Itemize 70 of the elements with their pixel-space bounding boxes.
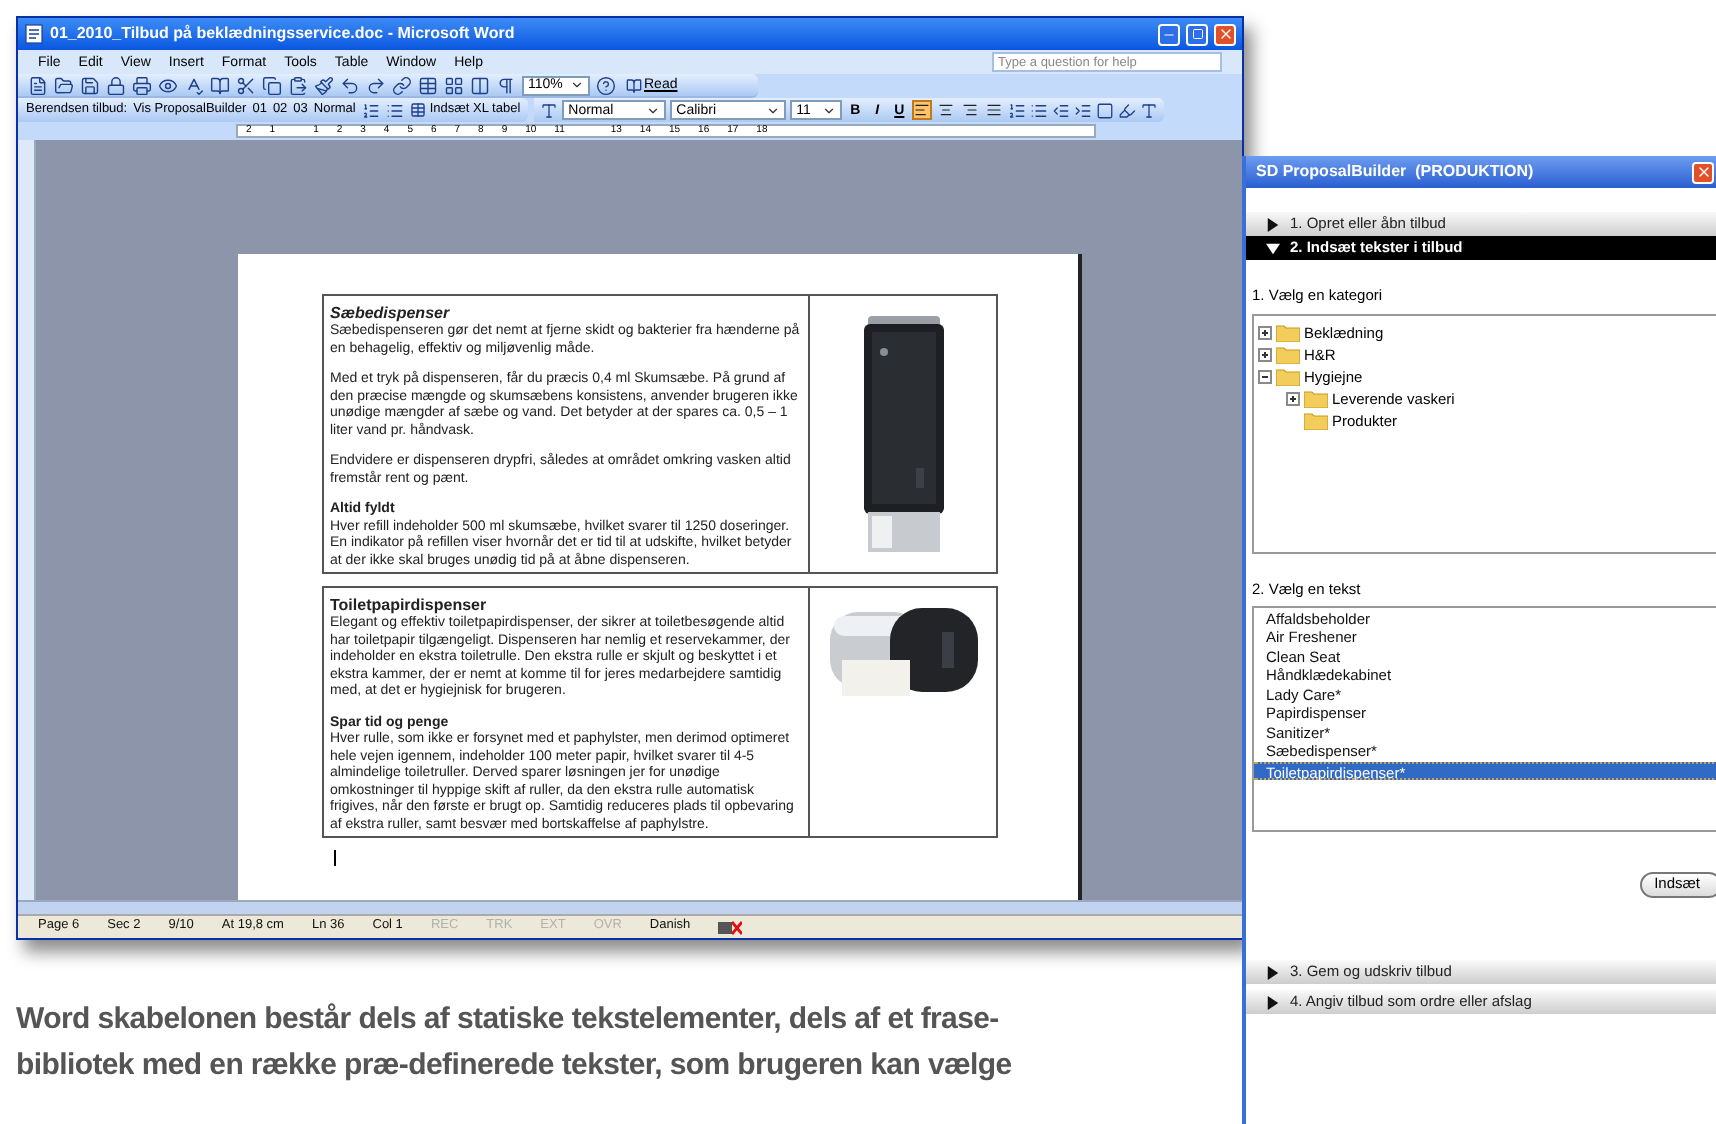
table-icon [409,102,426,118]
document-icon [24,24,44,44]
help-icon[interactable] [596,75,616,95]
close-icon [1695,164,1711,180]
cut-icon[interactable] [236,75,256,95]
folder-icon [1304,412,1328,431]
preview-icon[interactable] [158,75,178,95]
collapse-icon[interactable] [1258,370,1272,385]
folder-icon [1304,390,1328,409]
align-icon [986,102,1003,118]
maximize-button[interactable] [1186,23,1208,45]
text-cursor [334,850,336,866]
table-icon[interactable] [418,75,438,95]
maximize-icon [1191,28,1203,40]
indent-icon[interactable] [1074,101,1093,119]
window-title: 01_2010_Tilbud på beklædningsservice.doc - Microsoft Word [50,22,515,46]
section-title: Toiletpapirdispenser [330,596,489,615]
printer-icon[interactable] [132,75,152,95]
align-icon [914,102,931,118]
lock-icon[interactable] [106,75,126,95]
highlighter-icon[interactable] [1118,101,1137,119]
folder-icon [1276,324,1300,343]
undo-icon[interactable] [340,75,360,95]
collapsed-arrow-icon [1266,995,1280,1009]
redo-icon[interactable] [366,75,386,95]
bullet-list-icon[interactable] [385,101,404,119]
align-icon [938,102,955,118]
alignment-button[interactable] [984,100,1005,120]
paste-icon[interactable] [288,75,308,95]
copy-icon[interactable] [262,75,282,95]
outdent-icon[interactable] [1052,101,1071,119]
folder-icon [1276,346,1300,365]
close-button[interactable] [1692,161,1714,183]
expand-icon[interactable] [1258,348,1272,363]
section-title: Sæbedispenser [330,304,452,323]
numbered-list-icon[interactable] [1008,101,1027,119]
caret-icon [822,103,837,117]
numbered-list-icon[interactable] [361,101,380,119]
close-icon [1217,26,1233,42]
brush-icon[interactable] [314,75,334,95]
link-icon[interactable] [392,75,412,95]
border-icon[interactable] [1096,101,1115,119]
close-button[interactable] [1214,23,1236,45]
expanded-arrow-icon [1266,241,1280,255]
folder-icon [1276,368,1300,387]
alignment-button[interactable] [936,100,957,120]
save-icon[interactable] [80,75,100,95]
font-color-icon[interactable] [1140,101,1159,119]
grid-icon[interactable] [444,75,464,95]
panel-title: SD ProposalBuilder (PRODUKTION) [1256,160,1534,184]
alignment-button[interactable] [912,100,933,120]
pilcrow-icon[interactable] [496,75,516,95]
expand-icon[interactable] [1258,326,1272,341]
alignment-button[interactable] [960,100,981,120]
caret-icon [570,78,584,92]
collapsed-arrow-icon [1266,217,1280,231]
bullet-list-icon[interactable] [1030,101,1049,119]
align-icon [962,102,979,118]
caret-icon [766,103,781,117]
folder-icon[interactable] [54,75,74,95]
columns-icon[interactable] [470,75,490,95]
spell-check-icon[interactable] [184,75,204,95]
collapsed-arrow-icon [1266,965,1280,979]
minimize-button[interactable] [1158,23,1180,45]
caret-icon [646,103,661,117]
new-document-icon[interactable] [28,75,48,95]
expand-icon[interactable] [1286,392,1300,407]
horizontal-scrollbar[interactable] [18,900,1242,914]
styles-icon[interactable] [540,101,559,119]
caption-paragraph: Word skabelonen består dels af statiske tekstelementer, dels af et frase- bibliotek med en række præ-definerede tekster, som brugeren kan vælge [16,1000,1012,1086]
